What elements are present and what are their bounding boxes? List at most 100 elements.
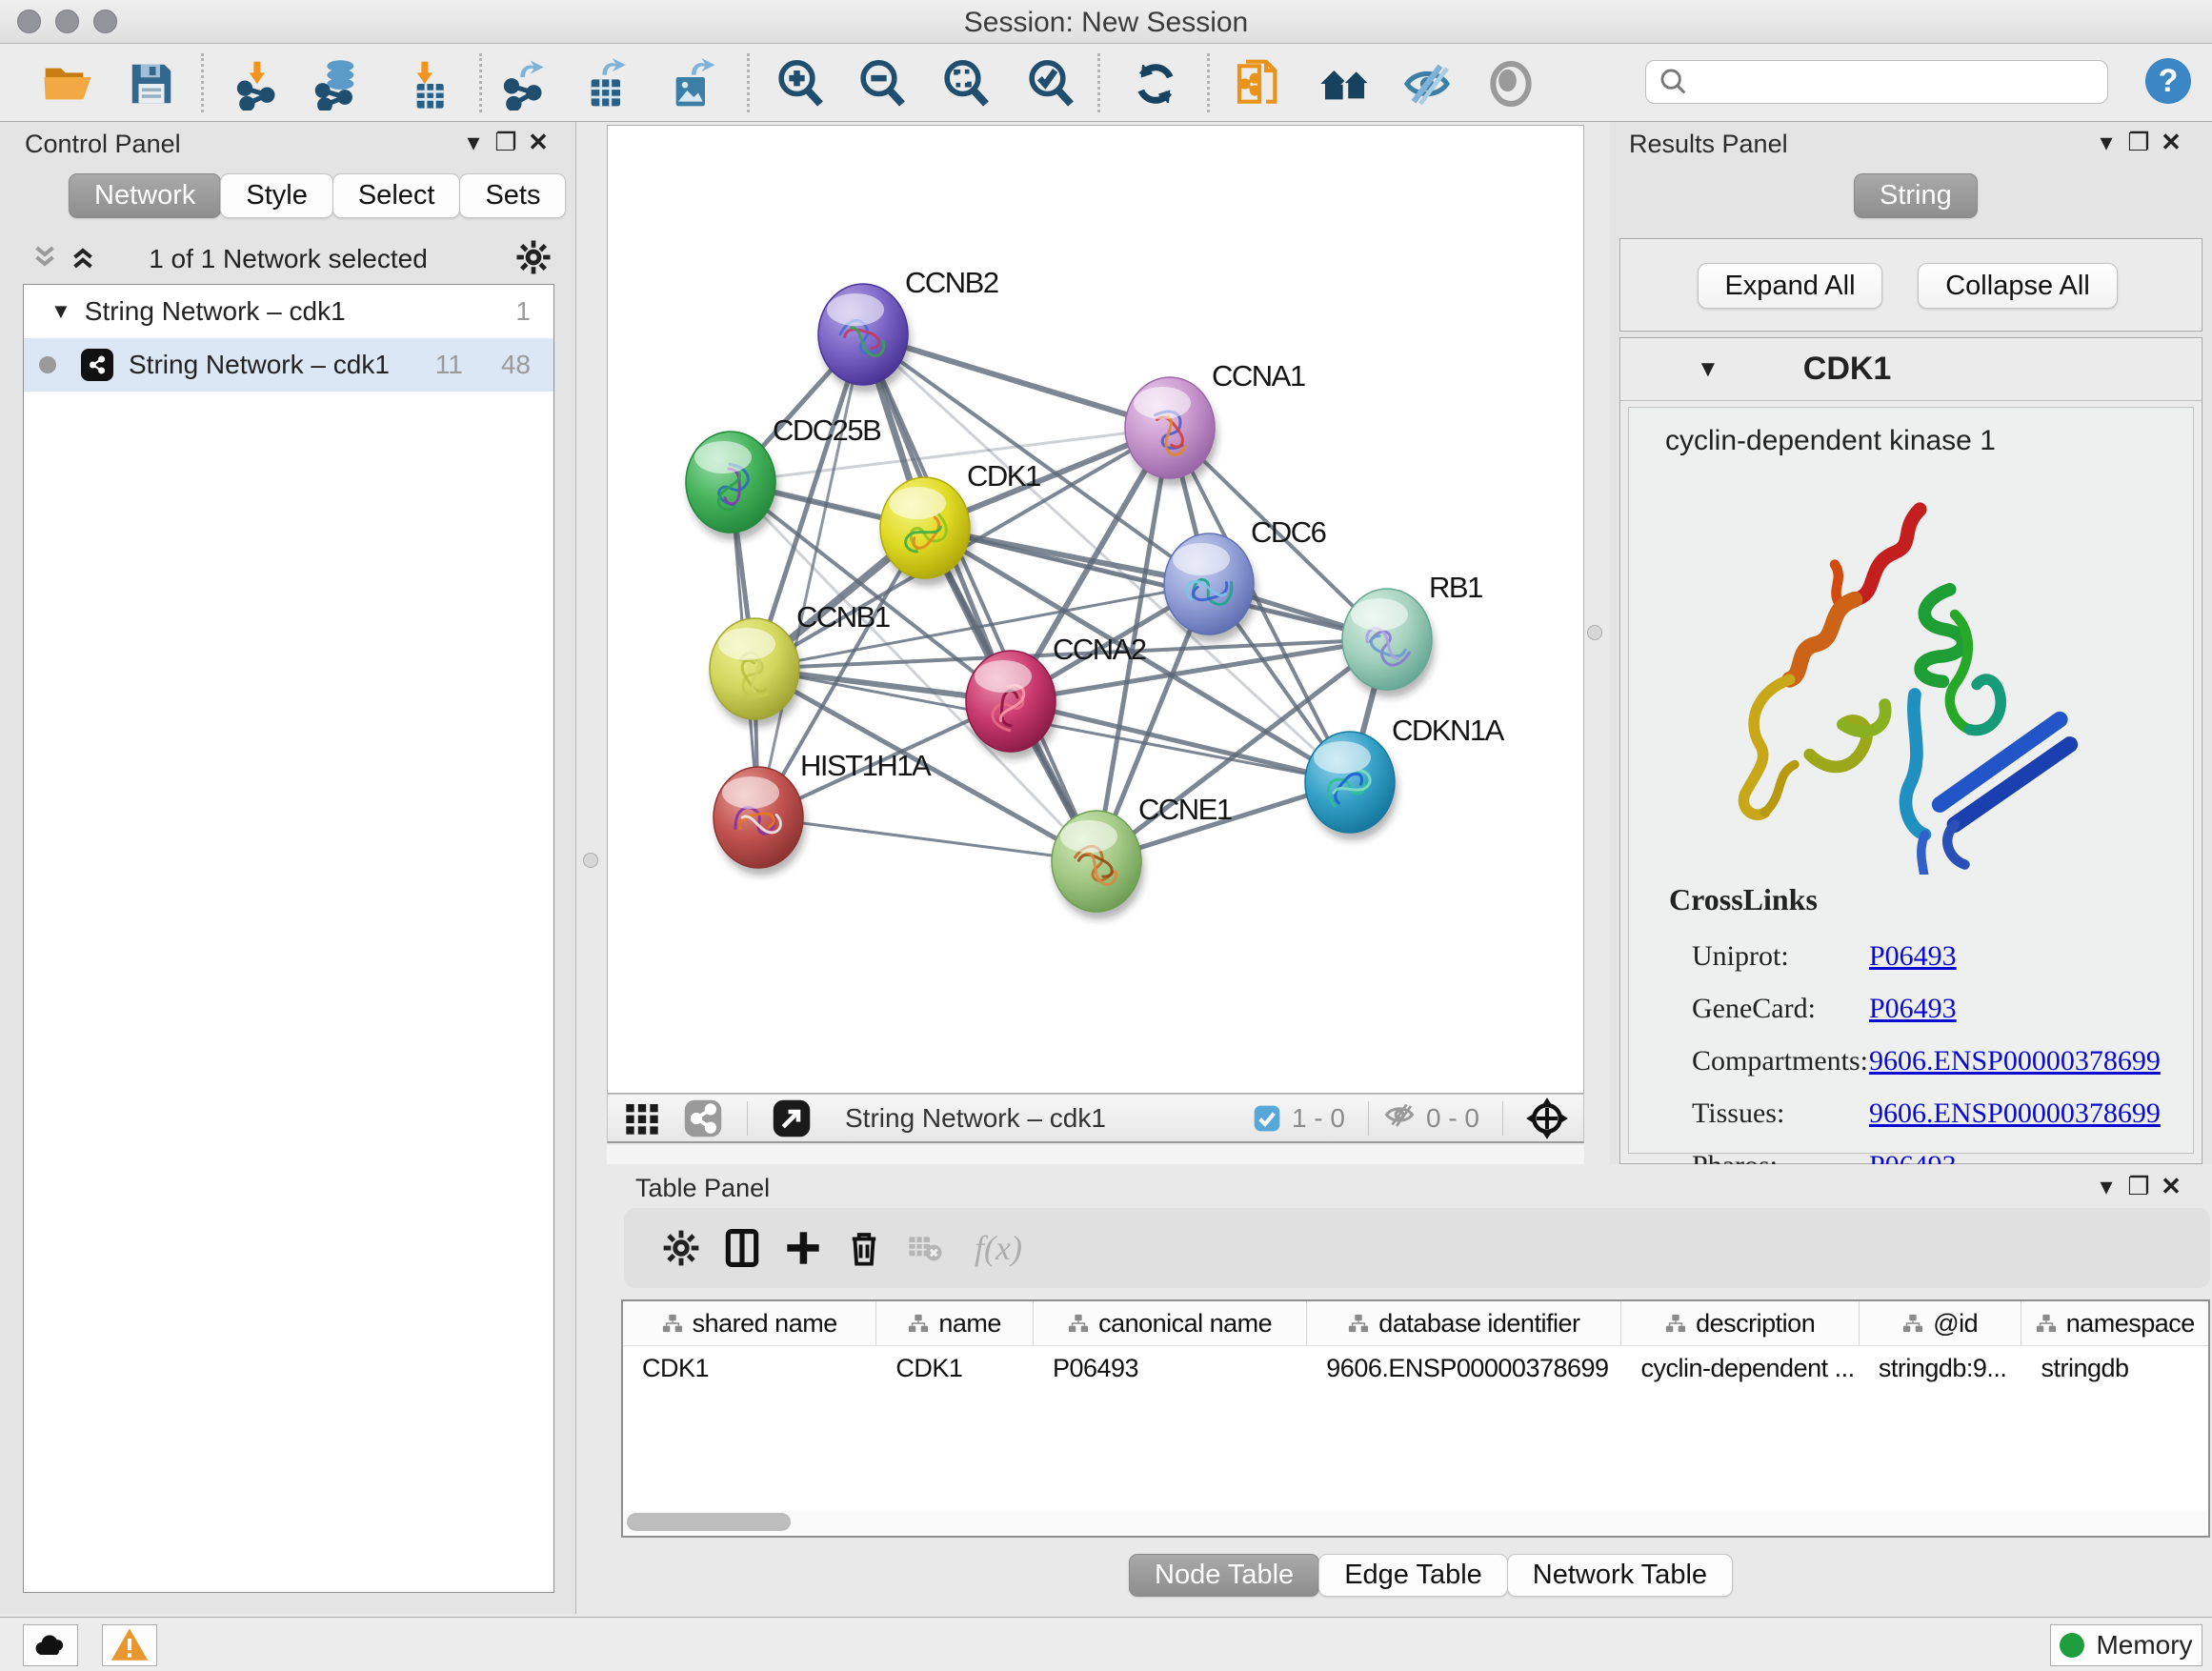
cell-shared-name: CDK1	[623, 1346, 876, 1388]
zoom-fit-button[interactable]	[938, 56, 994, 111]
network-node-RB1[interactable]: RB1	[1342, 571, 1482, 697]
table-options-button[interactable]	[651, 1221, 712, 1275]
panel-menu-icon[interactable]: ▾	[2090, 128, 2122, 157]
export-network-button[interactable]	[497, 56, 553, 111]
delete-column-button[interactable]	[834, 1221, 895, 1275]
panel-float-icon[interactable]: ❐	[2122, 128, 2155, 157]
panel-close-icon[interactable]: ✕	[522, 128, 554, 157]
tab-network[interactable]: Network	[69, 173, 221, 218]
section-caret-icon[interactable]: ▼	[1697, 356, 1719, 383]
panel-float-icon[interactable]: ❐	[2122, 1172, 2155, 1201]
tab-string-results[interactable]: String	[1854, 173, 1978, 218]
tab-edge-table[interactable]: Edge Table	[1318, 1554, 1508, 1597]
fit-selected-button[interactable]	[1517, 1092, 1578, 1145]
clear-table-button[interactable]	[895, 1221, 955, 1275]
export-image-icon	[665, 57, 718, 111]
column-header[interactable]: database identifier	[1307, 1301, 1621, 1345]
panel-menu-icon[interactable]: ▾	[457, 128, 490, 157]
function-builder-button[interactable]: f(x)	[955, 1221, 1041, 1275]
left-splitter-handle[interactable]	[583, 853, 598, 868]
view-splitter-strip[interactable]	[607, 1145, 1584, 1164]
export-image-button[interactable]	[664, 56, 719, 111]
network-node-CDKN1A[interactable]: CDKN1A	[1305, 714, 1505, 840]
panel-close-icon[interactable]: ✕	[2155, 1172, 2187, 1201]
right-splitter-handle[interactable]	[1587, 625, 1602, 640]
cloud-button[interactable]	[23, 1624, 78, 1666]
warnings-button[interactable]	[102, 1624, 157, 1666]
collapse-all-button[interactable]: Collapse All	[1918, 263, 2118, 309]
table-row[interactable]: CDK1 CDK1 P06493 9606.ENSP00000378699 cy…	[623, 1345, 2208, 1388]
open-session-button[interactable]	[40, 56, 95, 111]
network-node-CCNE1[interactable]: CCNE1	[1052, 793, 1232, 919]
document-share-button[interactable]	[1232, 56, 1287, 111]
network-options-button[interactable]	[514, 238, 553, 281]
hide-glasses-button[interactable]	[1399, 56, 1455, 111]
network-row[interactable]: String Network – cdk1 11 48	[24, 338, 553, 392]
network-node-CCNA1[interactable]: CCNA1	[1125, 359, 1305, 486]
column-header[interactable]: name	[876, 1301, 1034, 1345]
gene-section: ▼ CDK1 cyclin-dependent kinase 1	[1619, 337, 2202, 1164]
scrollbar-thumb[interactable]	[627, 1513, 791, 1531]
show-columns-button[interactable]	[712, 1221, 773, 1275]
network-view-toolbar: String Network – cdk1 1 - 0 0 - 0	[607, 1094, 1584, 1143]
panel-menu-icon[interactable]: ▾	[2090, 1172, 2122, 1201]
create-column-button[interactable]	[773, 1221, 834, 1275]
attribute-icon	[908, 1313, 929, 1334]
toolbar-separator	[747, 1101, 748, 1136]
table-horizontal-scrollbar[interactable]	[624, 1511, 2205, 1534]
tab-style[interactable]: Style	[220, 173, 332, 218]
zoom-out-button[interactable]	[855, 56, 910, 111]
edge-count: 48	[501, 350, 531, 380]
save-session-button[interactable]	[124, 56, 179, 111]
tree-caret-icon[interactable]: ▼	[50, 299, 71, 324]
export-table-button[interactable]	[579, 56, 634, 111]
column-header[interactable]: canonical name	[1034, 1301, 1307, 1345]
selected-checkbox[interactable]	[1252, 1103, 1282, 1134]
import-table-button[interactable]	[398, 56, 453, 111]
network-node-CDC6[interactable]: CDC6	[1164, 515, 1326, 642]
tab-sets[interactable]: Sets	[459, 173, 566, 218]
column-header[interactable]: @id	[1860, 1301, 2022, 1345]
crosslink-value[interactable]: P06493	[1869, 930, 1957, 982]
panel-close-icon[interactable]: ✕	[2155, 128, 2187, 157]
refresh-button[interactable]	[1128, 56, 1183, 111]
help-button[interactable]: ?	[2145, 58, 2191, 104]
navigator-grid-button[interactable]	[612, 1092, 673, 1145]
network-collection-row[interactable]: ▼ String Network – cdk1 1	[24, 285, 553, 338]
plus-icon	[784, 1229, 822, 1267]
gear-icon	[661, 1228, 701, 1268]
zoom-selected-button[interactable]	[1023, 56, 1078, 111]
tab-select[interactable]: Select	[332, 173, 461, 218]
network-node-CDK1[interactable]: CDK1	[880, 459, 1040, 586]
detach-view-button[interactable]	[761, 1092, 822, 1145]
tab-node-table[interactable]: Node Table	[1129, 1554, 1319, 1597]
crosslink-value[interactable]: 9606.ENSP00000378699	[1869, 1087, 2161, 1139]
import-table-icon	[399, 57, 452, 111]
network-edge[interactable]	[758, 817, 1096, 861]
column-header[interactable]: description	[1621, 1301, 1859, 1345]
panel-float-icon[interactable]: ❐	[490, 128, 522, 157]
cell-description: cyclin-dependent ...	[1621, 1346, 1859, 1388]
network-node-HIST1H1A[interactable]: HIST1H1A	[714, 749, 932, 876]
column-header[interactable]: namespace	[2021, 1301, 2208, 1345]
tab-network-table[interactable]: Network Table	[1507, 1554, 1733, 1597]
column-header[interactable]: shared name	[623, 1301, 876, 1345]
import-network-database-button[interactable]	[311, 56, 366, 111]
main-toolbar: ?	[0, 44, 2212, 122]
network-canvas[interactable]: CCNB2CCNA1CDC25BCDK1CDC6RB1CCNB1CCNA2CDK…	[607, 125, 1584, 1094]
expand-all-button[interactable]: Expand All	[1698, 263, 1882, 309]
memory-button[interactable]: Memory	[2050, 1624, 2202, 1666]
network-edge[interactable]	[758, 334, 863, 817]
zoom-in-button[interactable]	[773, 56, 828, 111]
network-node-CCNB2[interactable]: CCNB2	[818, 266, 998, 393]
network-view-title: String Network – cdk1	[845, 1103, 1106, 1134]
search-input[interactable]	[1645, 60, 2108, 104]
show-eye-button[interactable]	[1483, 56, 1538, 111]
home-button[interactable]	[1317, 56, 1373, 111]
network-edge[interactable]	[863, 334, 1096, 861]
import-network-file-button[interactable]	[231, 56, 286, 111]
crosslink-value[interactable]: P06493	[1869, 982, 1957, 1035]
string-style-button[interactable]	[673, 1092, 734, 1145]
crosslink-value[interactable]: 9606.ENSP00000378699	[1869, 1035, 2161, 1087]
gene-header-row[interactable]: ▼ CDK1	[1620, 338, 2202, 401]
